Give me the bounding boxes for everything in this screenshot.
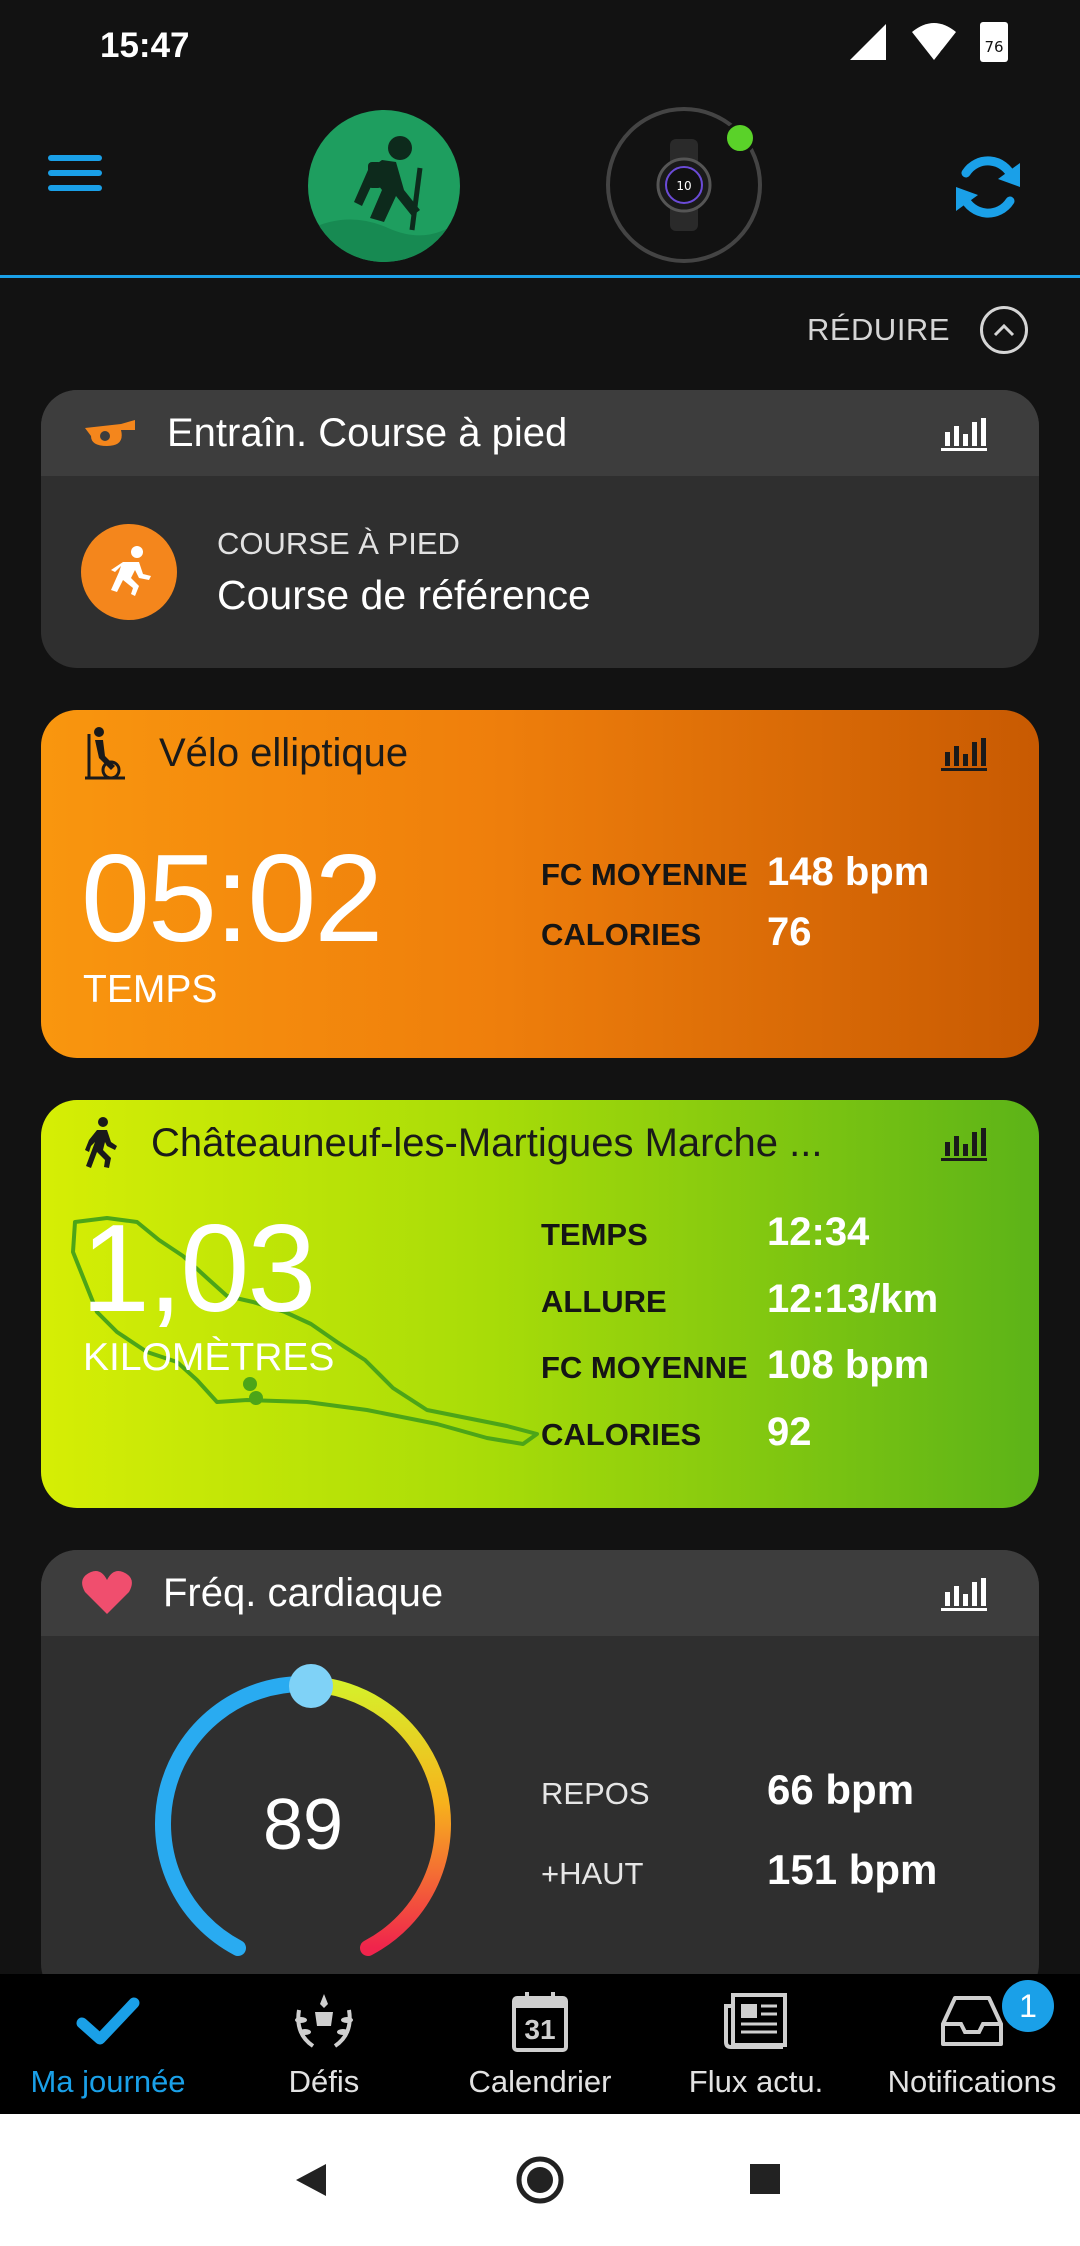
status-time: 15:47 [100,26,190,65]
nav-label: Ma journée [30,2064,186,2099]
whistle-icon [85,420,135,446]
heart-rate-card-header: Fréq. cardiaque [41,1550,1039,1636]
stat-value: 12:34 [767,1210,870,1254]
workout-card-body: COURSE À PIED Course de référence [41,476,1039,668]
elliptical-stat-row: CALORIES 76 [541,910,812,955]
stat-value: 66 bpm [767,1766,915,1813]
nav-label: Calendrier [468,2064,612,2099]
recents-icon[interactable] [748,2162,782,2196]
walk-stat-row: TEMPS 12:34 [541,1210,869,1255]
sync-icon[interactable] [948,147,1028,227]
running-icon [81,524,177,620]
hamburger-menu-icon[interactable] [48,155,108,205]
workout-card-title: Entraîn. Course à pied [167,410,568,455]
stat-label: ALLURE [541,1284,667,1319]
wifi-icon: ↕ [912,23,956,61]
elliptical-duration-label: TEMPS [83,968,218,1011]
svg-text:↕: ↕ [938,47,948,61]
bottom-navigation: Ma journée Défis 31 Calendrier Flux actu… [0,1974,1080,2114]
bar-chart-icon[interactable] [941,1126,987,1162]
status-icons: ↕ 76 [848,22,1008,62]
walk-card-header: Châteauneuf-les-Martigues Marche ... [41,1100,1039,1186]
heart-rate-card[interactable]: Fréq. cardiaque 89 REPOS 66 bpm +HAUT 15… [41,1550,1039,2000]
elliptical-icon [85,727,125,780]
nav-newsfeed[interactable]: Flux actu. [648,1974,864,2114]
stat-label: CALORIES [541,917,702,952]
notification-badge: 1 [1002,1980,1054,2032]
inbox-icon [939,1990,1005,2052]
chevron-up-icon [980,306,1028,354]
collapse-toggle[interactable]: RÉDUIRE [807,306,1028,354]
profile-avatar[interactable] [308,110,460,262]
nav-calendar[interactable]: 31 Calendrier [432,1974,648,2114]
checkmark-icon [76,1990,140,2052]
svg-text:10: 10 [676,179,691,193]
nav-label: Défis [288,2064,360,2099]
back-icon[interactable] [292,2160,332,2200]
nav-notifications[interactable]: Notifications 1 [864,1974,1080,2114]
home-icon[interactable] [514,2154,566,2206]
nav-label: Notifications [887,2064,1057,2099]
bar-chart-icon[interactable] [941,736,987,772]
battery-level: 76 [984,38,1004,56]
workout-name: Course de référence [217,571,591,618]
walk-stat-row: ALLURE 12:13/km [541,1277,938,1322]
elliptical-card-header: Vélo elliptique [41,710,1039,796]
workout-card-header: Entraîn. Course à pied [41,390,1039,476]
laurel-icon [291,1990,357,2052]
walking-icon [85,1117,117,1168]
calendar-icon: 31 [511,1990,569,2052]
heart-stat-row: +HAUT 151 bpm [541,1846,937,1894]
top-app-bar: 10 [0,95,1080,278]
device-connected-indicator [724,122,756,154]
system-navigation-bar [0,2114,1080,2246]
nav-challenges[interactable]: Défis [216,1974,432,2114]
stat-value: 92 [767,1410,812,1454]
elliptical-duration-value: 05:02 [81,830,383,968]
collapse-label: RÉDUIRE [806,312,950,347]
bar-chart-icon[interactable] [941,1576,987,1612]
stat-label: +HAUT [541,1856,644,1891]
stat-label: CALORIES [541,1417,702,1452]
heart-stat-row: REPOS 66 bpm [541,1766,914,1814]
heart-icon [82,1571,132,1614]
heart-rate-current: 89 [262,1785,344,1865]
stat-label: FC MOYENNE [541,857,748,892]
newsfeed-icon [723,1990,789,2052]
walk-stat-row: FC MOYENNE 108 bpm [541,1343,929,1388]
stat-value: 108 bpm [767,1343,930,1387]
calendar-day: 31 [524,2014,556,2045]
nav-label: Flux actu. [688,2064,824,2099]
heart-rate-card-title: Fréq. cardiaque [163,1570,444,1615]
stat-value: 148 bpm [767,850,930,894]
status-bar: 15:47 ↕ 76 [0,0,1080,95]
stat-label: TEMPS [541,1217,648,1252]
elliptical-stat-row: FC MOYENNE 148 bpm [541,850,929,895]
nav-my-day[interactable]: Ma journée [0,1974,216,2114]
stat-value: 151 bpm [767,1846,938,1893]
elliptical-card-title: Vélo elliptique [159,730,409,775]
stat-value: 76 [767,910,812,954]
walk-distance-label: KILOMÈTRES [83,1336,335,1379]
stat-label: REPOS [541,1776,650,1811]
walk-stat-row: CALORIES 92 [541,1410,812,1455]
stat-label: FC MOYENNE [541,1350,748,1385]
cell-signal-icon [850,24,886,60]
bar-chart-icon[interactable] [941,416,987,452]
battery-icon: 76 [980,22,1008,62]
hiker-icon [308,136,460,262]
workout-category: COURSE À PIED [217,525,460,561]
walk-distance-value: 1,03 [81,1200,316,1338]
elliptical-activity-card[interactable]: Vélo elliptique 05:02 TEMPS FC MOYENNE 1… [41,710,1039,1058]
walk-card-title: Châteauneuf-les-Martigues Marche ... [151,1120,823,1165]
walk-activity-card[interactable]: Châteauneuf-les-Martigues Marche ... 1,0… [41,1100,1039,1508]
workout-card[interactable]: Entraîn. Course à pied COURSE À PIED Cou… [41,390,1039,668]
stat-value: 12:13/km [767,1277,939,1321]
